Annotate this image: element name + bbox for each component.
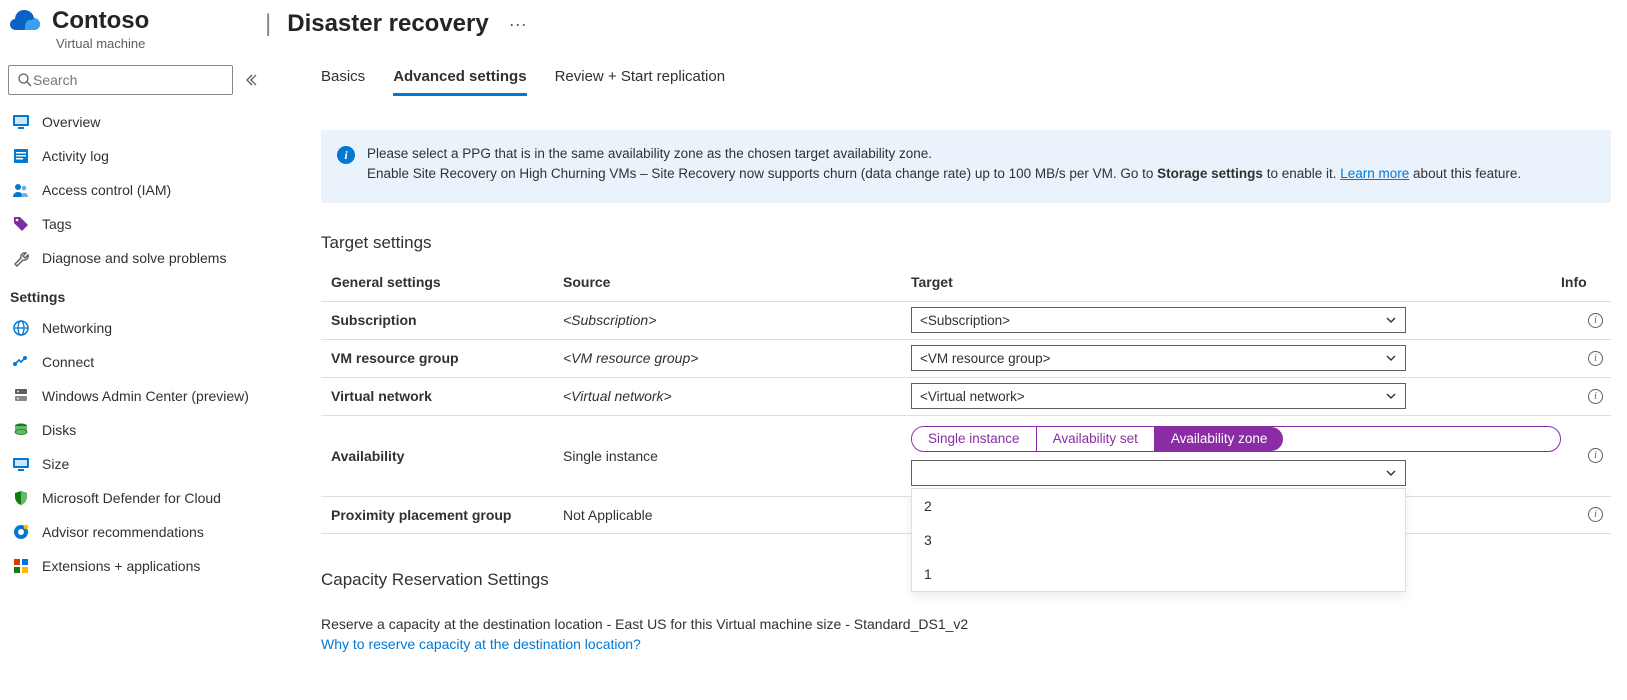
info-tooltip-icon[interactable]: i <box>1588 507 1603 522</box>
seg-availability-zone[interactable]: Availability zone <box>1154 427 1284 451</box>
nav-connect[interactable]: Connect <box>0 345 265 379</box>
col-general-settings: General settings <box>321 274 561 290</box>
collapse-sidebar-icon[interactable] <box>243 73 257 87</box>
tab-advanced-settings[interactable]: Advanced settings <box>393 64 526 96</box>
nav-disks[interactable]: Disks <box>0 413 265 447</box>
tab-review-start[interactable]: Review + Start replication <box>555 64 726 96</box>
nav-defender[interactable]: Microsoft Defender for Cloud <box>0 481 265 515</box>
nav-extensions[interactable]: Extensions + applications <box>0 549 265 583</box>
nav-group-settings: Settings <box>0 275 265 311</box>
nav-advisor[interactable]: Advisor recommendations <box>0 515 265 549</box>
main-panel: | Disaster recovery ··· Basics Advanced … <box>265 0 1627 700</box>
zone-option[interactable]: 1 <box>912 557 1405 591</box>
seg-availability-set[interactable]: Availability set <box>1036 427 1154 451</box>
nav-diagnose[interactable]: Diagnose and solve problems <box>0 241 265 275</box>
info-tooltip-icon[interactable]: i <box>1588 313 1603 328</box>
page-title: Disaster recovery <box>287 10 488 38</box>
vmrg-dropdown[interactable]: <VM resource group> <box>911 345 1406 371</box>
nav-networking[interactable]: Networking <box>0 311 265 345</box>
info-tooltip-icon[interactable]: i <box>1588 351 1603 366</box>
main-content[interactable]: Basics Advanced settings Review + Start … <box>265 46 1619 700</box>
sidebar-header: Contoso Virtual machine <box>0 0 265 59</box>
chevron-down-icon <box>1385 467 1397 479</box>
row-subscription: Subscription <Subscription> <Subscriptio… <box>321 301 1611 339</box>
search-icon <box>17 72 33 88</box>
availability-zone-dropdown[interactable]: 2 3 1 <box>911 460 1406 486</box>
grid-header-row: General settings Source Target Info <box>321 263 1611 301</box>
disks-icon <box>12 421 30 439</box>
nav-activity-log[interactable]: Activity log <box>0 139 265 173</box>
col-source: Source <box>561 274 911 290</box>
advisor-icon <box>12 523 30 541</box>
capacity-description: Reserve a capacity at the destination lo… <box>321 616 1611 632</box>
resource-title: Contoso <box>52 8 149 34</box>
search-input-wrapper[interactable] <box>8 65 233 95</box>
info-banner-text: Please select a PPG that is in the same … <box>367 144 1521 185</box>
shield-icon <box>12 489 30 507</box>
row-vmrg: VM resource group <VM resource group> <V… <box>321 339 1611 377</box>
nav-access-control[interactable]: Access control (IAM) <box>0 173 265 207</box>
nav-size[interactable]: Size <box>0 447 265 481</box>
tab-bar: Basics Advanced settings Review + Start … <box>321 64 1611 96</box>
nav-overview[interactable]: Overview <box>0 105 265 139</box>
wrench-icon <box>12 249 30 267</box>
info-tooltip-icon[interactable]: i <box>1588 389 1603 404</box>
tag-icon <box>12 215 30 233</box>
server-icon <box>12 387 30 405</box>
zone-option[interactable]: 3 <box>912 523 1405 557</box>
search-input[interactable] <box>33 72 224 88</box>
connect-icon <box>12 353 30 371</box>
more-menu-icon[interactable]: ··· <box>509 14 527 35</box>
info-icon: i <box>337 146 355 164</box>
learn-more-link[interactable]: Learn more <box>1340 166 1409 181</box>
target-settings-grid: General settings Source Target Info Subs… <box>321 263 1611 534</box>
tab-basics[interactable]: Basics <box>321 64 365 96</box>
sidebar: Contoso Virtual machine Overview <box>0 0 265 700</box>
sidebar-nav[interactable]: Overview Activity log Access control (IA… <box>0 105 265 700</box>
log-icon <box>12 147 30 165</box>
subscription-dropdown[interactable]: <Subscription> <box>911 307 1406 333</box>
capacity-link[interactable]: Why to reserve capacity at the destinati… <box>321 636 1611 652</box>
header-separator: | <box>265 10 271 38</box>
people-icon <box>12 181 30 199</box>
size-icon <box>12 455 30 473</box>
availability-zone-options: 2 3 1 <box>911 488 1406 592</box>
nav-tags[interactable]: Tags <box>0 207 265 241</box>
chevron-down-icon <box>1385 352 1397 364</box>
vnet-dropdown[interactable]: <Virtual network> <box>911 383 1406 409</box>
extensions-icon <box>12 557 30 575</box>
nav-wac[interactable]: Windows Admin Center (preview) <box>0 379 265 413</box>
info-tooltip-icon[interactable]: i <box>1588 448 1603 463</box>
chevron-down-icon <box>1385 390 1397 402</box>
seg-single-instance[interactable]: Single instance <box>912 427 1036 451</box>
row-vnet: Virtual network <Virtual network> <Virtu… <box>321 377 1611 415</box>
cloud-logo-icon <box>10 8 42 40</box>
info-banner: i Please select a PPG that is in the sam… <box>321 130 1611 203</box>
col-target: Target <box>911 274 1561 290</box>
zone-option[interactable]: 2 <box>912 489 1405 523</box>
row-availability: Availability Single instance Single inst… <box>321 415 1611 496</box>
page-header: | Disaster recovery ··· <box>265 0 1619 46</box>
availability-segmented: Single instance Availability set Availab… <box>911 426 1561 452</box>
resource-subtitle: Virtual machine <box>52 36 149 51</box>
monitor-icon <box>12 113 30 131</box>
col-info: Info <box>1561 274 1611 290</box>
globe-icon <box>12 319 30 337</box>
target-settings-heading: Target settings <box>321 233 1611 253</box>
chevron-down-icon <box>1385 314 1397 326</box>
